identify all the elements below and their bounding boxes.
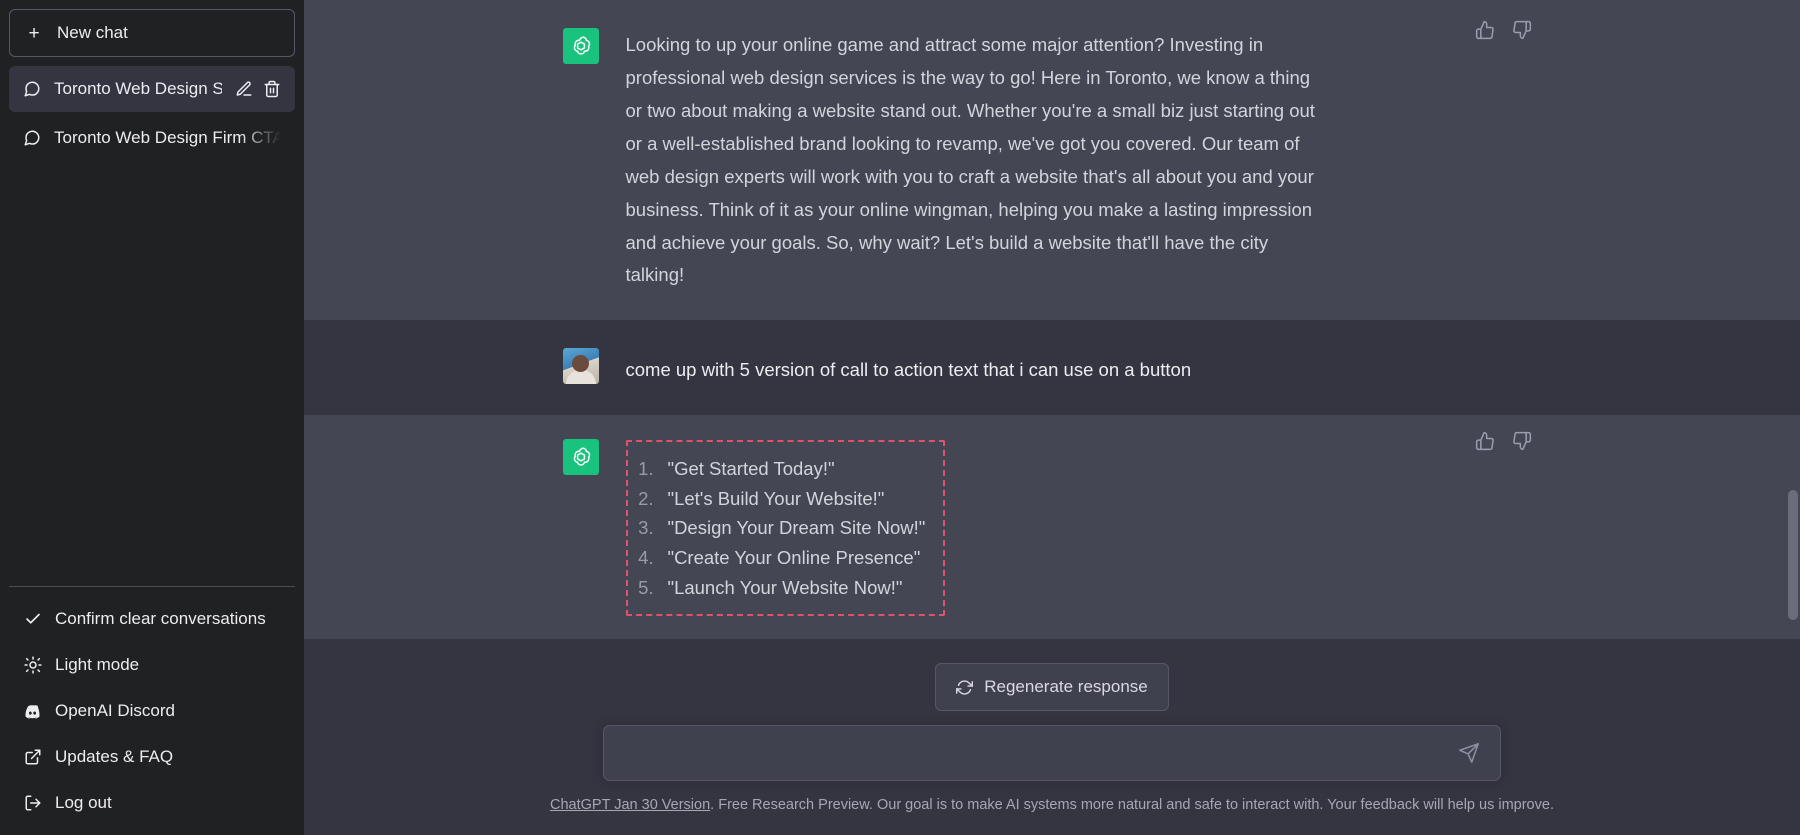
message-composer[interactable] bbox=[603, 725, 1501, 781]
discord-icon bbox=[23, 702, 42, 721]
main-panel: Looking to up your online game and attra… bbox=[304, 0, 1800, 835]
cta-list-item: "Design Your Dream Site Now!" bbox=[667, 517, 926, 539]
user-message-text: come up with 5 version of call to action… bbox=[625, 359, 1192, 381]
conversation-list: Toronto Web Design Sl Toronto Web Design… bbox=[9, 66, 295, 582]
regenerate-response-label: Regenerate response bbox=[984, 677, 1148, 696]
composer-area: Regenerate response ChatGPT Jan 30 Versi… bbox=[304, 639, 1800, 835]
assistant-message-text: Looking to up your online game and attra… bbox=[625, 34, 1315, 286]
external-link-icon bbox=[23, 748, 42, 766]
scrollbar-track[interactable] bbox=[1786, 0, 1800, 639]
message-row-user: come up with 5 version of call to action… bbox=[304, 320, 1800, 416]
user-avatar bbox=[562, 348, 599, 385]
disclaimer-text: . Free Research Preview. Our goal is to … bbox=[710, 797, 1554, 813]
conversation-title: Toronto Web Design Sl bbox=[54, 79, 222, 98]
sidebar-item-label: Light mode bbox=[55, 655, 140, 674]
scrollbar-thumb[interactable] bbox=[1788, 490, 1798, 620]
thumbs-up-icon[interactable] bbox=[1475, 431, 1495, 451]
message-thread: Looking to up your online game and attra… bbox=[304, 0, 1800, 639]
trash-icon[interactable] bbox=[263, 80, 281, 98]
check-icon bbox=[23, 610, 42, 628]
sidebar-footer: Confirm clear conversations Light mode O… bbox=[9, 586, 295, 826]
thumbs-down-icon[interactable] bbox=[1512, 20, 1532, 40]
message-feedback-actions bbox=[1475, 20, 1532, 40]
footer-disclaimer: ChatGPT Jan 30 Version. Free Research Pr… bbox=[304, 781, 1800, 825]
cta-list-item: "Get Started Today!" bbox=[667, 458, 835, 480]
refresh-icon bbox=[956, 679, 974, 696]
message-feedback-actions bbox=[1475, 431, 1532, 451]
pencil-icon[interactable] bbox=[235, 80, 253, 98]
logout-icon bbox=[23, 794, 42, 812]
send-icon[interactable] bbox=[1454, 738, 1484, 768]
message-row-assistant: Looking to up your online game and attra… bbox=[304, 0, 1800, 321]
version-link[interactable]: ChatGPT Jan 30 Version bbox=[550, 797, 710, 813]
message-icon bbox=[23, 129, 41, 147]
sidebar-item-light-mode[interactable]: Light mode bbox=[9, 642, 295, 688]
sidebar-item-label: Updates & FAQ bbox=[55, 747, 174, 766]
plus-icon: + bbox=[28, 22, 40, 44]
cta-list-item: "Create Your Online Presence" bbox=[667, 547, 921, 569]
chat-input[interactable] bbox=[622, 743, 1454, 763]
regenerate-response-button[interactable]: Regenerate response bbox=[935, 663, 1169, 711]
chatgpt-logo bbox=[562, 28, 599, 64]
sidebar-item-label: Confirm clear conversations bbox=[55, 609, 266, 628]
sidebar-item-conversation-2[interactable]: Toronto Web Design Firm CTA bbox=[9, 115, 295, 161]
assistant-message-list: "Get Started Today!" "Let's Build Your We… bbox=[625, 439, 1566, 617]
chatgpt-app: + New chat Toronto Web Design Sl Toronto… bbox=[0, 0, 1800, 835]
sidebar-item-label: OpenAI Discord bbox=[55, 701, 175, 720]
thumbs-down-icon[interactable] bbox=[1512, 431, 1532, 451]
sidebar: + New chat Toronto Web Design Sl Toronto… bbox=[0, 0, 304, 835]
cta-list-item: "Let's Build Your Website!" bbox=[667, 487, 885, 509]
sidebar-item-log-out[interactable]: Log out bbox=[9, 780, 295, 826]
new-chat-button[interactable]: + New chat bbox=[9, 9, 295, 57]
sidebar-item-conversation-1[interactable]: Toronto Web Design Sl bbox=[9, 66, 295, 112]
selection-highlight-box: "Get Started Today!" "Let's Build Your We… bbox=[625, 440, 946, 617]
sun-icon bbox=[23, 656, 42, 674]
cta-list-item: "Launch Your Website Now!" bbox=[667, 576, 903, 598]
regenerate-row: Regenerate response bbox=[304, 639, 1800, 725]
chatgpt-logo bbox=[562, 439, 599, 476]
sidebar-item-openai-discord[interactable]: OpenAI Discord bbox=[9, 688, 295, 734]
new-chat-label: New chat bbox=[57, 23, 128, 42]
cta-list: "Get Started Today!" "Let's Build Your We… bbox=[636, 454, 926, 602]
thumbs-up-icon[interactable] bbox=[1475, 20, 1495, 40]
message-row-assistant: "Get Started Today!" "Let's Build Your We… bbox=[304, 415, 1800, 639]
conversation-title: Toronto Web Design Firm CTA bbox=[54, 128, 281, 147]
message-icon bbox=[23, 80, 41, 98]
conversation-actions bbox=[235, 80, 281, 98]
sidebar-item-label: Log out bbox=[55, 793, 112, 812]
sidebar-item-confirm-clear-conversations[interactable]: Confirm clear conversations bbox=[9, 596, 295, 642]
sidebar-item-updates-faq[interactable]: Updates & FAQ bbox=[9, 734, 295, 780]
